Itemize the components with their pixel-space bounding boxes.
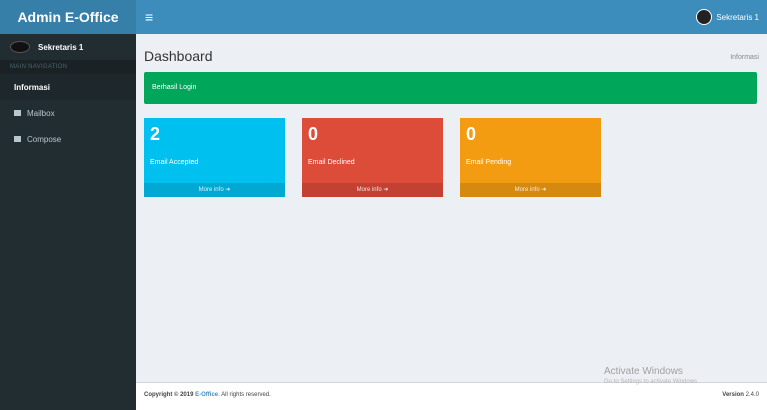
success-alert: Berhasil Login [144, 72, 757, 104]
sidebar-item-label: Informasi [14, 82, 51, 92]
more-info-link[interactable]: More info ➜ [144, 183, 285, 197]
breadcrumb[interactable]: Informasi [730, 54, 759, 61]
box-label: Email Accepted [150, 159, 199, 166]
more-info-label: More info [198, 187, 224, 193]
version-info: Version 2.4.0 [722, 392, 759, 398]
sidebar-item-label: Mailbox [27, 108, 55, 118]
footer: Copyright © 2019 E-Office. All rights re… [136, 382, 767, 410]
app-logo[interactable]: Admin E-Office [0, 0, 136, 34]
sidebar-item-compose[interactable]: Compose [0, 126, 136, 152]
rights-text: . All rights reserved. [218, 392, 271, 398]
more-info-link[interactable]: More info ➜ [302, 183, 443, 197]
sidebar-item-informasi[interactable]: Informasi [0, 74, 136, 100]
email-declined-box: 0 Email Declined More info ➜ [302, 118, 443, 197]
sidebar-item-label: Compose [27, 134, 62, 144]
box-label: Email Declined [308, 159, 355, 166]
sidebar-item-mailbox[interactable]: Mailbox [0, 100, 136, 126]
activate-windows-hint: Go to Settings to activate Windows. [604, 379, 699, 385]
arrow-circle-icon: ➜ [541, 187, 547, 193]
more-info-link[interactable]: More info ➜ [460, 183, 601, 197]
arrow-circle-icon: ➜ [383, 187, 389, 193]
main-content: Dashboard Informasi Berhasil Login 2 Ema… [136, 34, 767, 410]
sidebar-toggle-icon[interactable]: ≡ [145, 9, 153, 25]
more-info-label: More info [514, 187, 540, 193]
copyright: Copyright © 2019 E-Office. All rights re… [144, 392, 271, 398]
top-header: Admin E-Office ≡ Sekretaris 1 [0, 0, 767, 34]
nav-header: MAIN NAVIGATION [0, 60, 136, 74]
user-panel-avatar-icon [10, 41, 30, 53]
email-pending-box: 0 Email Pending More info ➜ [460, 118, 601, 197]
box-value: 0 [308, 124, 319, 144]
box-value: 0 [466, 124, 477, 144]
activate-windows-title: Activate Windows [604, 366, 683, 377]
sidebar: Sekretaris 1 MAIN NAVIGATION Informasi M… [0, 34, 136, 410]
user-panel-name: Sekretaris 1 [38, 42, 84, 52]
user-name: Sekretaris 1 [716, 12, 759, 22]
user-avatar-icon [696, 9, 713, 25]
more-info-label: More info [356, 187, 382, 193]
user-panel: Sekretaris 1 [0, 34, 136, 60]
copyright-text: Copyright © 2019 [144, 392, 194, 398]
box-value: 2 [150, 124, 161, 144]
mailbox-icon [14, 110, 21, 116]
user-menu[interactable]: Sekretaris 1 [696, 8, 759, 26]
email-accepted-box: 2 Email Accepted More info ➜ [144, 118, 285, 197]
version-label: Version [722, 392, 744, 398]
box-label: Email Pending [466, 159, 512, 166]
arrow-circle-icon: ➜ [225, 187, 231, 193]
compose-icon [14, 136, 21, 142]
page-title: Dashboard [144, 48, 213, 64]
version-number: 2.4.0 [745, 392, 759, 398]
e-office-link[interactable]: E-Office [195, 392, 218, 398]
